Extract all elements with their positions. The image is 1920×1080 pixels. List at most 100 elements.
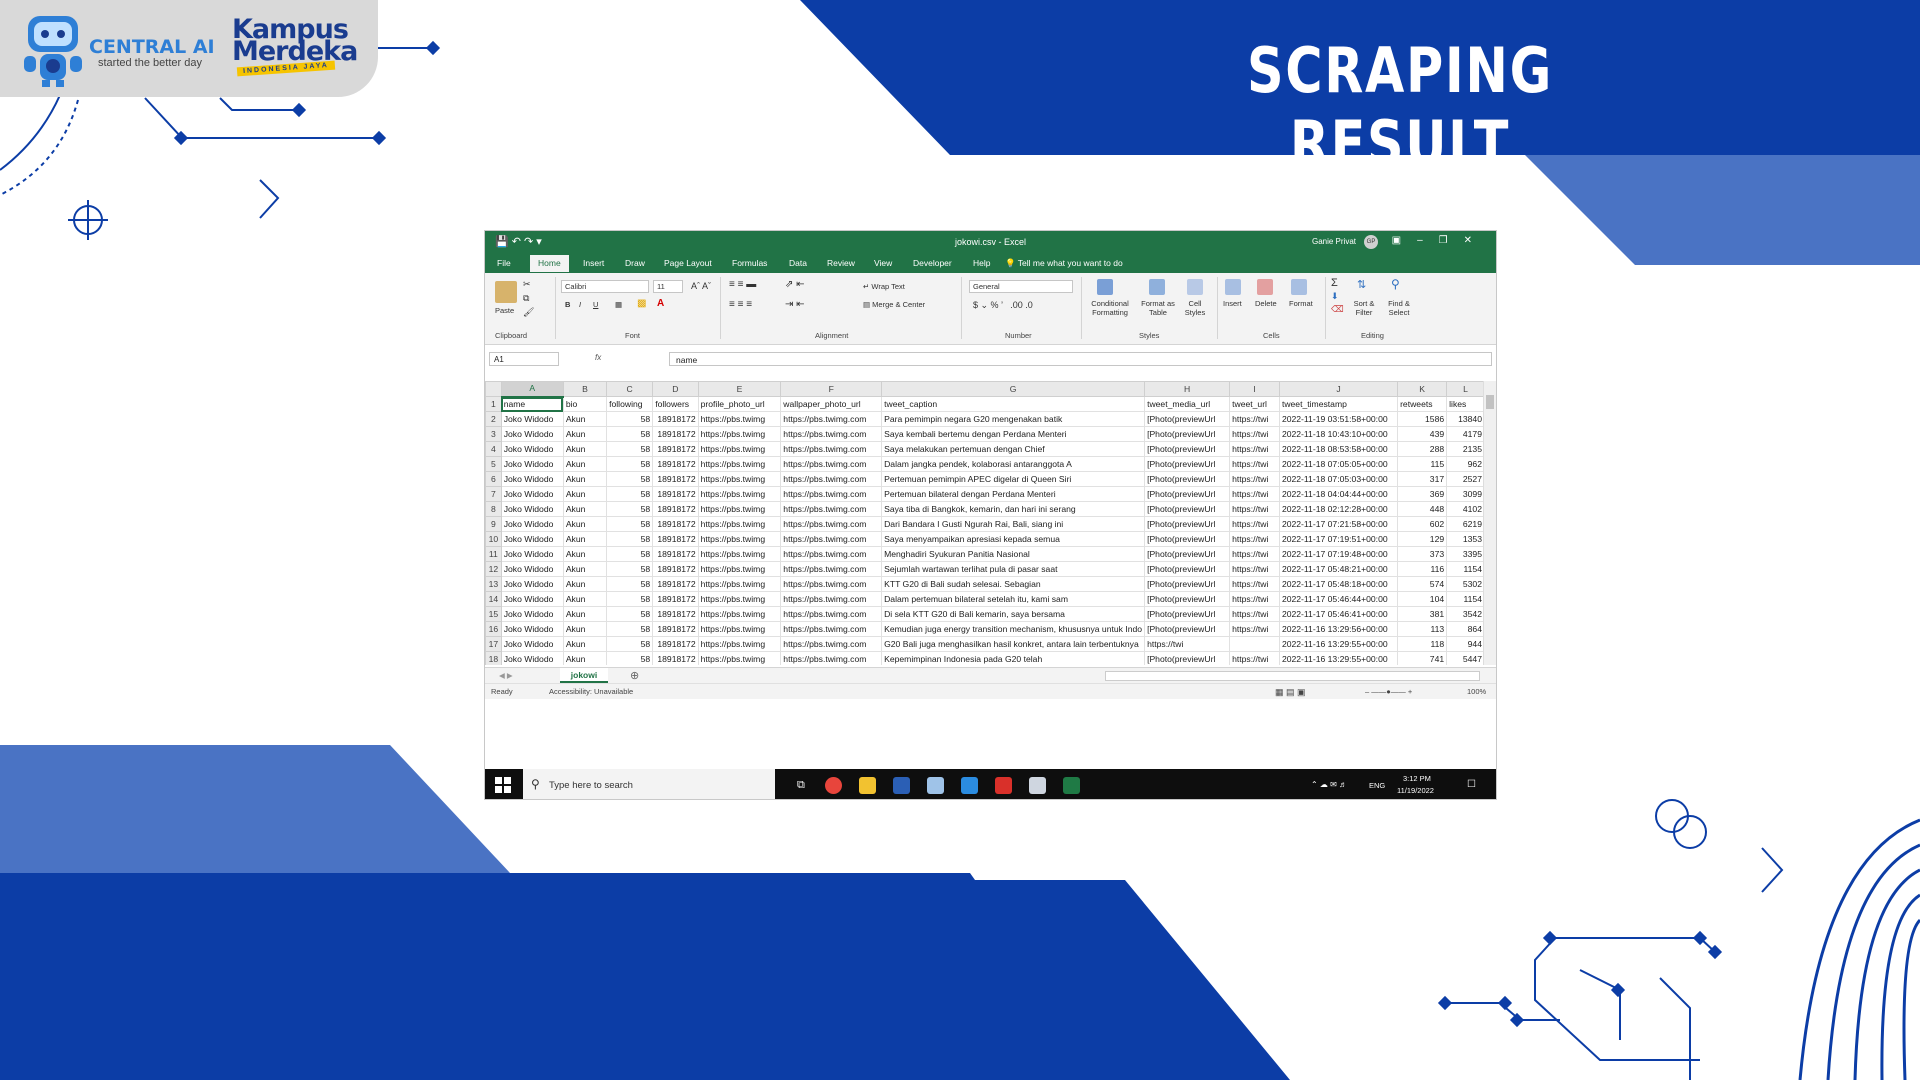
borders-icon[interactable]: ▦ [615, 300, 622, 309]
cell[interactable]: 115 [1397, 456, 1448, 472]
wrap-text-button[interactable]: ↵ Wrap Text [863, 282, 905, 291]
cell[interactable]: 2022-11-17 05:46:44+00:00 [1278, 591, 1399, 607]
cell[interactable]: 129 [1397, 531, 1448, 547]
find-select-button[interactable]: Find & Select [1383, 299, 1415, 317]
cell[interactable]: Joko Widodo [500, 636, 564, 652]
tab-formulas[interactable]: Formulas [732, 258, 767, 268]
cell[interactable]: 6219 [1446, 516, 1485, 532]
header-cell[interactable]: bio [562, 396, 608, 412]
cell[interactable]: [Photo(previewUrl [1144, 426, 1231, 442]
cell[interactable]: 113 [1397, 621, 1448, 637]
cell[interactable]: https://twi [1229, 591, 1280, 607]
cell[interactable]: 18918172 [652, 636, 699, 652]
cell[interactable]: Kepemimpinan Indonesia pada G20 telah [881, 651, 1146, 665]
insert-cells-icon[interactable] [1225, 279, 1241, 295]
header-cell[interactable]: tweet_url [1229, 396, 1280, 412]
view-mode-icons[interactable]: ▦ ▤ ▣ [1275, 687, 1306, 698]
format-cells-icon[interactable] [1291, 279, 1307, 295]
cell[interactable]: 3099 [1446, 486, 1485, 502]
cell[interactable]: https://twi [1229, 621, 1280, 637]
format-cells-button[interactable]: Format [1289, 299, 1313, 308]
fx-icon[interactable]: fx [595, 353, 601, 362]
cell[interactable]: 18918172 [652, 576, 699, 592]
cell[interactable]: [Photo(previewUrl [1144, 591, 1231, 607]
cell[interactable]: https://pbs.twimg.com [780, 441, 883, 457]
font-grow-icon[interactable]: Aˆ Aˇ [691, 281, 711, 291]
cell[interactable]: 58 [606, 411, 654, 427]
cell[interactable]: 5302 [1446, 576, 1485, 592]
cell[interactable]: https://pbs.twimg [697, 636, 782, 652]
cell[interactable]: https://twi [1144, 636, 1231, 652]
cell[interactable]: Saya menyampaikan apresiasi kepada semua [881, 531, 1146, 547]
app-icon[interactable] [1029, 777, 1046, 794]
paste-button[interactable]: Paste [495, 306, 514, 315]
row-number[interactable]: 10 [485, 531, 502, 547]
cell[interactable]: https://pbs.twimg.com [780, 621, 883, 637]
row-number[interactable]: 5 [485, 456, 502, 472]
cell[interactable]: https://pbs.twimg [697, 651, 782, 665]
cell[interactable]: 5447 [1446, 651, 1485, 665]
italic-button[interactable]: I [579, 300, 581, 309]
cell[interactable]: 18918172 [652, 411, 699, 427]
cell[interactable]: 4179 [1446, 426, 1485, 442]
cell-styles-button[interactable]: Cell Styles [1181, 299, 1209, 317]
cell[interactable]: 369 [1397, 486, 1448, 502]
zoom-slider[interactable]: – ——●—— + [1365, 687, 1412, 696]
autosum-icon[interactable]: Σ [1331, 277, 1338, 289]
cell[interactable]: https://pbs.twimg.com [780, 576, 883, 592]
cell[interactable]: 18918172 [652, 531, 699, 547]
cell[interactable]: https://pbs.twimg.com [780, 591, 883, 607]
column-header[interactable]: C [606, 381, 654, 397]
cell[interactable]: https://pbs.twimg.com [780, 411, 883, 427]
delete-cells-button[interactable]: Delete [1255, 299, 1277, 308]
tab-home[interactable]: Home [530, 255, 569, 272]
zoom-level[interactable]: 100% [1467, 687, 1486, 696]
orientation-icon[interactable]: ⇗ ⇤ [785, 279, 805, 290]
cell[interactable]: 1154 [1446, 561, 1485, 577]
cell[interactable]: [Photo(previewUrl [1144, 441, 1231, 457]
cell[interactable]: https://twi [1229, 501, 1280, 517]
horizontal-scrollbar[interactable] [1105, 671, 1480, 681]
cell[interactable]: 58 [606, 606, 654, 622]
header-cell[interactable]: tweet_media_url [1144, 396, 1231, 412]
cell[interactable]: [Photo(previewUrl [1144, 621, 1231, 637]
cell[interactable]: 1154 [1446, 591, 1485, 607]
cell[interactable]: Saya melakukan pertemuan dengan Chief [881, 441, 1146, 457]
vscode-icon[interactable] [961, 777, 978, 794]
cell[interactable]: https://pbs.twimg [697, 531, 782, 547]
header-cell[interactable]: retweets [1397, 396, 1448, 412]
cell[interactable]: https://pbs.twimg.com [780, 456, 883, 472]
tab-review[interactable]: Review [827, 258, 855, 268]
cell[interactable]: Di sela KTT G20 di Bali kemarin, saya be… [881, 606, 1146, 622]
cell[interactable]: 18918172 [652, 606, 699, 622]
cell[interactable]: 962 [1446, 456, 1485, 472]
cell[interactable]: 18918172 [652, 651, 699, 665]
align-left-icon[interactable]: ≡ ≡ ≡ [729, 299, 752, 310]
font-name-select[interactable]: Calibri [561, 280, 649, 293]
cell[interactable]: 2022-11-17 05:48:21+00:00 [1278, 561, 1399, 577]
cell[interactable]: https://pbs.twimg [697, 426, 782, 442]
word-icon[interactable] [893, 777, 910, 794]
cell[interactable]: https://twi [1229, 471, 1280, 487]
cell[interactable]: 2022-11-17 07:19:48+00:00 [1278, 546, 1399, 562]
language-indicator[interactable]: ENG [1369, 781, 1385, 790]
cell[interactable]: 58 [606, 471, 654, 487]
cell[interactable]: https://twi [1229, 456, 1280, 472]
cell-styles-icon[interactable] [1187, 279, 1203, 295]
cell[interactable]: 2022-11-16 13:29:55+00:00 [1278, 651, 1399, 665]
tab-file[interactable]: File [497, 258, 511, 268]
cell[interactable]: Akun [562, 486, 608, 502]
cell[interactable]: 18918172 [652, 486, 699, 502]
align-top-icon[interactable]: ≡ ≡ ▬ [729, 279, 756, 290]
cell[interactable]: https://pbs.twimg.com [780, 651, 883, 665]
column-header[interactable]: D [652, 381, 699, 397]
cell[interactable]: [Photo(previewUrl [1144, 531, 1231, 547]
cell[interactable]: Joko Widodo [500, 606, 564, 622]
cell[interactable]: 288 [1397, 441, 1448, 457]
column-header[interactable]: B [562, 381, 608, 397]
cell[interactable]: 58 [606, 516, 654, 532]
cut-icon[interactable]: ✂ [523, 279, 531, 290]
cell[interactable]: Dalam pertemuan bilateral setelah itu, k… [881, 591, 1146, 607]
notification-icon[interactable]: ☐ [1467, 779, 1476, 790]
cell[interactable]: Joko Widodo [500, 516, 564, 532]
